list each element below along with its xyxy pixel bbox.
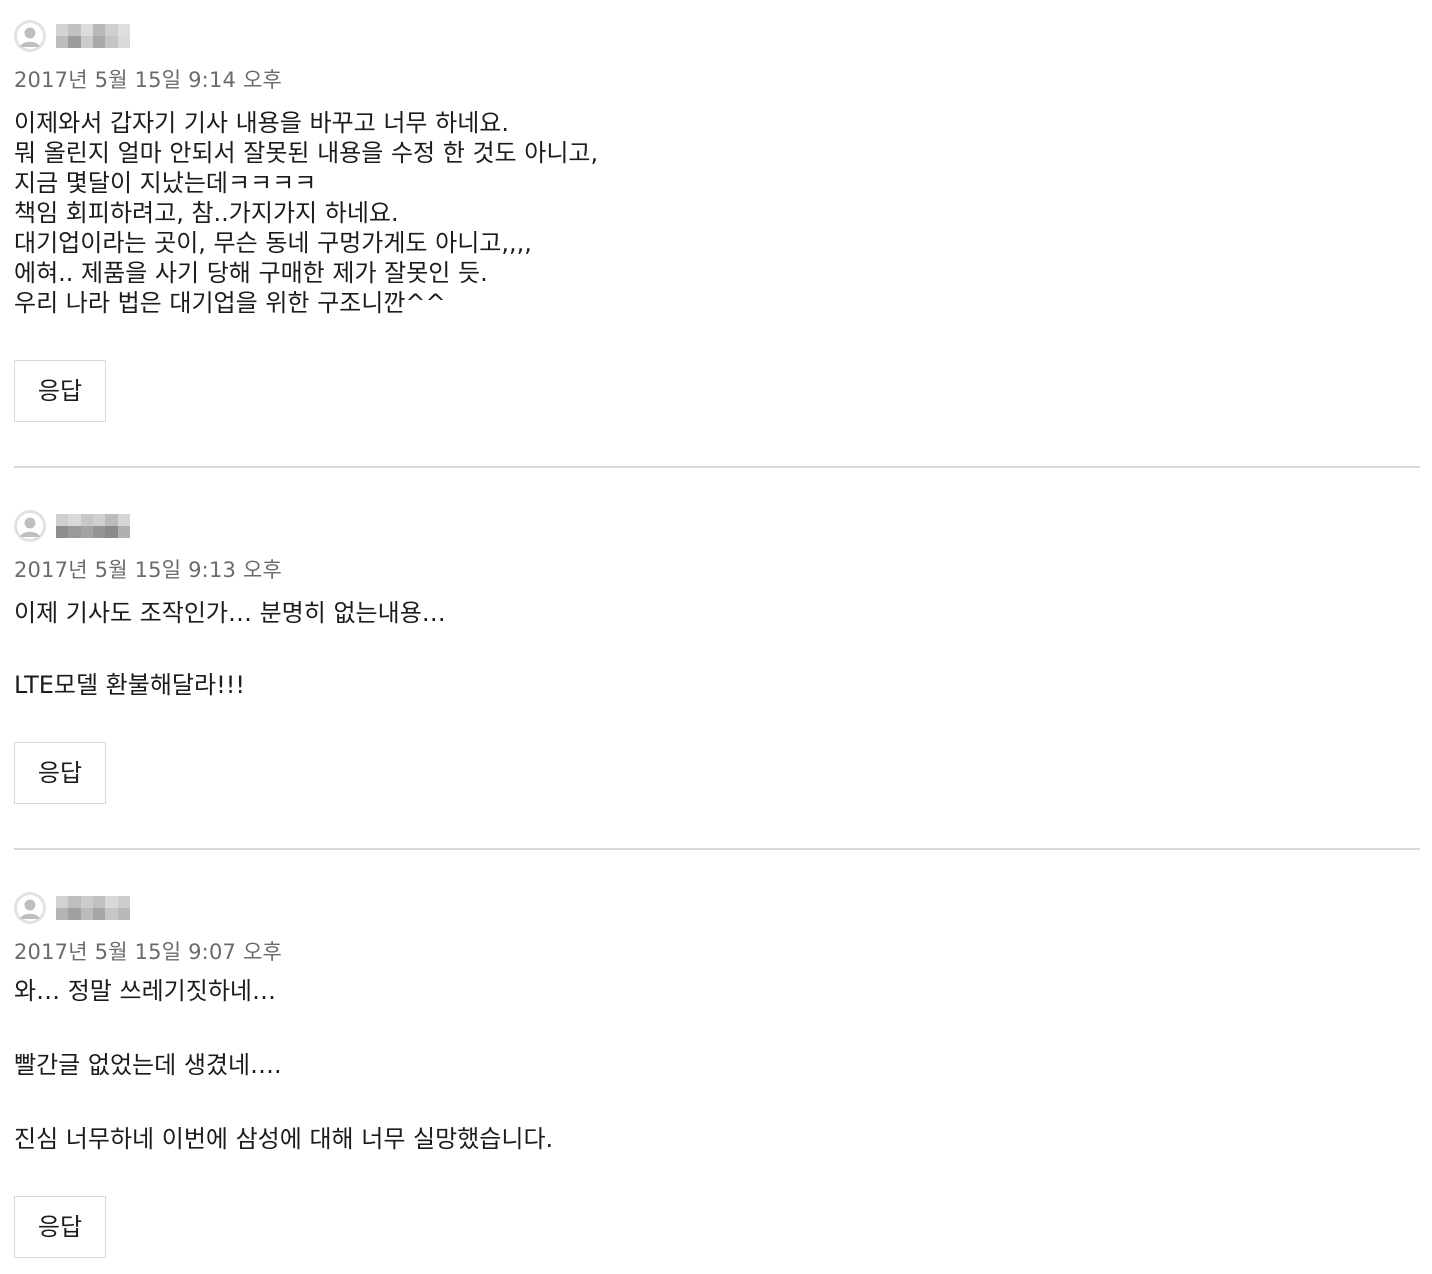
comment-paragraph: 이제와서 갑자기 기사 내용을 바꾸고 너무 하네요. 뭐 올린지 얼마 안되서…	[14, 109, 599, 317]
comment-paragraph: 진심 너무하네 이번에 삼성에 대해 너무 실망했습니다.	[14, 1125, 554, 1153]
user-icon	[14, 20, 46, 52]
reply-button[interactable]: 응답	[14, 1196, 106, 1258]
reply-button[interactable]: 응답	[14, 742, 106, 804]
comment-header	[14, 20, 1420, 52]
redacted-author-name	[56, 514, 130, 538]
user-icon	[14, 510, 46, 542]
comment-date: 2017년 5월 15일 9:13 오후	[14, 558, 282, 582]
comment-body: 이제와서 갑자기 기사 내용을 바꾸고 너무 하네요. 뭐 올린지 얼마 안되서…	[14, 108, 1420, 318]
comment-header	[14, 510, 1420, 542]
comment-header	[14, 892, 1420, 924]
comment-paragraph: LTE모델 환불해달라!!!	[14, 671, 245, 699]
comment-divider	[14, 848, 1420, 850]
comment-divider	[14, 466, 1420, 468]
user-icon	[14, 892, 46, 924]
comment-paragraph: 와… 정말 쓰레기짓하네…	[14, 977, 276, 1005]
comment-body: 와… 정말 쓰레기짓하네… 빨간글 없었는데 생겼네…. 진심 너무하네 이번에…	[14, 976, 1420, 1154]
comment-date: 2017년 5월 15일 9:07 오후	[14, 940, 282, 964]
redacted-author-name	[56, 24, 130, 48]
comment: 2017년 5월 15일 9:14 오후 이제와서 갑자기 기사 내용을 바꾸고…	[14, 20, 1420, 422]
comment-paragraph: 빨간글 없었는데 생겼네….	[14, 1051, 282, 1079]
avatar	[14, 892, 46, 924]
reply-button[interactable]: 응답	[14, 360, 106, 422]
redacted-author-name	[56, 896, 130, 920]
comment-paragraph: 이제 기사도 조작인가… 분명히 없는내용…	[14, 599, 446, 627]
comment-body: 이제 기사도 조작인가… 분명히 없는내용… LTE모델 환불해달라!!!	[14, 598, 1420, 700]
avatar	[14, 510, 46, 542]
comment-date: 2017년 5월 15일 9:14 오후	[14, 68, 282, 92]
comment: 2017년 5월 15일 9:13 오후 이제 기사도 조작인가… 분명히 없는…	[14, 510, 1420, 804]
avatar	[14, 20, 46, 52]
comment: 2017년 5월 15일 9:07 오후 와… 정말 쓰레기짓하네… 빨간글 없…	[14, 892, 1420, 1258]
